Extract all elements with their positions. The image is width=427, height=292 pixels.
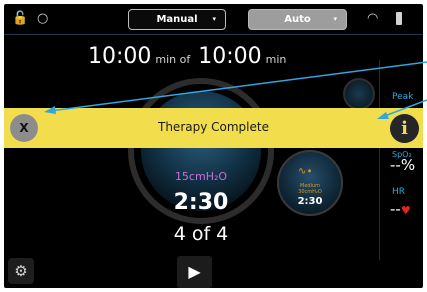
gear-icon[interactable]: ⚙ [8, 258, 34, 284]
chevron-down-icon: ▾ [212, 15, 216, 23]
step-counter: 4 of 4 [173, 223, 229, 245]
play-button[interactable]: ▶ [177, 256, 212, 288]
unlock-icon[interactable]: 🔓 [12, 12, 28, 25]
next-step-label: Medium 30cmH₂O [279, 183, 341, 195]
hr-label: HR [392, 187, 406, 197]
peak-label: Peak [392, 92, 414, 102]
chevron-down-icon: ▾ [333, 15, 337, 23]
battery-icon [396, 12, 402, 25]
manual-mode-dropdown[interactable]: Manual ▾ [128, 9, 226, 30]
auto-mode-dropdown[interactable]: Auto ▾ [248, 9, 347, 30]
elapsed-time: 10:00 [88, 44, 152, 69]
spo2-value: --% [390, 156, 416, 174]
elapsed-unit: min of [155, 53, 191, 66]
banner-message: Therapy Complete [158, 120, 269, 134]
next-step-dial[interactable]: ∿∙ Medium 30cmH₂O 2:30 [277, 150, 343, 216]
previous-step-dial[interactable] [343, 78, 375, 110]
user-icon[interactable]: ○ [37, 12, 48, 25]
sidebar-divider [379, 60, 380, 260]
hr-value: -- [390, 200, 401, 218]
manual-mode-label: Manual [156, 14, 198, 25]
step-countdown: 2:30 [173, 190, 229, 215]
pressure-value: 15cmH₂O [174, 170, 228, 183]
auto-mode-label: Auto [284, 14, 311, 25]
therapy-complete-banner: X Therapy Complete i [4, 108, 423, 148]
next-step-pressure: 30cmH₂O [298, 189, 322, 195]
info-button[interactable]: i [390, 114, 419, 143]
wifi-icon: ◠ [367, 11, 379, 26]
next-step-time: 2:30 [297, 196, 323, 207]
timer-row: 10:00 min of 10:00 min [88, 44, 294, 69]
top-bar: 🔓 ○ Manual ▾ Auto ▾ ◠ [4, 4, 423, 35]
heart-icon: ♥ [400, 204, 411, 217]
hr-readout: --♥ [390, 200, 411, 218]
device-screen: 🔓 ○ Manual ▾ Auto ▾ ◠ 10:00 min of 10:00 mi… [4, 4, 423, 288]
total-time: 10:00 [198, 44, 262, 69]
waveform-icon: ∿∙ [298, 166, 313, 177]
total-unit: min [265, 53, 287, 66]
